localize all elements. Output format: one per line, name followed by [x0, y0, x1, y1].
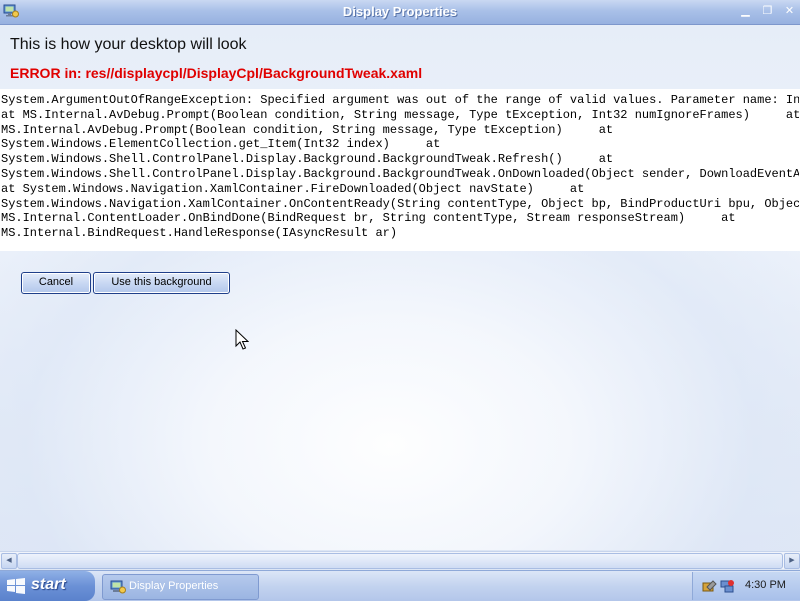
error-title: ERROR in: res//displaycpl/DisplayCpl/Bac… — [10, 65, 423, 81]
content-area: This is how your desktop will look ERROR… — [0, 25, 800, 550]
close-icon[interactable]: ✕ — [781, 3, 798, 18]
system-tray: 4:30 PM — [692, 572, 800, 600]
network-icon[interactable] — [719, 578, 735, 594]
hardware-icon[interactable] — [701, 578, 717, 594]
minimize-icon[interactable]: ▁ — [737, 3, 754, 18]
stack-trace-line: System.ArgumentOutOfRangeException: Spec… — [1, 93, 799, 107]
stack-trace-line: MS.Internal.BindRequest.HandleResponse(I… — [1, 226, 398, 241]
page-heading: This is how your desktop will look — [10, 36, 247, 53]
title-bar[interactable]: Display Properties ▁ ❐ ✕ — [0, 0, 800, 25]
stack-trace-line: at MS.Internal.AvDebug.Prompt(Boolean co… — [1, 107, 799, 122]
clock: 4:30 PM — [745, 579, 786, 591]
stack-trace-line: System.Windows.Shell.ControlPanel.Displa… — [1, 152, 614, 167]
mouse-cursor-icon — [235, 329, 249, 350]
stack-trace-line: System.Windows.ElementCollection.get_Ite… — [1, 137, 441, 152]
stack-trace-line: MS.Internal.ContentLoader.OnBindDone(Bin… — [1, 211, 736, 226]
maximize-icon[interactable]: ❐ — [759, 3, 776, 18]
taskbar-item-label: Display Properties — [129, 580, 219, 592]
error-details-panel: System.ArgumentOutOfRangeException: Spec… — [0, 89, 800, 251]
scroll-left-icon[interactable]: ◀ — [1, 553, 17, 569]
display-properties-icon — [110, 580, 126, 594]
use-background-button[interactable]: Use this background — [93, 272, 230, 294]
windows-logo-icon — [7, 578, 25, 594]
start-button[interactable]: start — [0, 571, 95, 601]
stack-trace-line: MS.Internal.AvDebug.Prompt(Boolean condi… — [1, 122, 614, 137]
stack-trace: System.ArgumentOutOfRangeException: Spec… — [1, 93, 799, 241]
start-label: start — [31, 576, 66, 593]
scrollbar-thumb[interactable] — [17, 553, 783, 569]
window-title: Display Properties — [342, 4, 458, 19]
horizontal-scrollbar[interactable]: ◀ ▶ — [0, 551, 800, 569]
taskbar-item-display-properties[interactable]: Display Properties — [102, 574, 259, 600]
stack-trace-line: System.Windows.Shell.ControlPanel.Displa… — [1, 166, 799, 181]
scroll-right-icon[interactable]: ▶ — [784, 553, 800, 569]
taskbar: start Display Properties 4:30 PM — [0, 570, 800, 601]
cancel-button[interactable]: Cancel — [21, 272, 91, 294]
stack-trace-line: System.Windows.Navigation.XamlContainer.… — [1, 196, 799, 211]
stack-trace-line: at System.Windows.Navigation.XamlContain… — [1, 181, 585, 196]
